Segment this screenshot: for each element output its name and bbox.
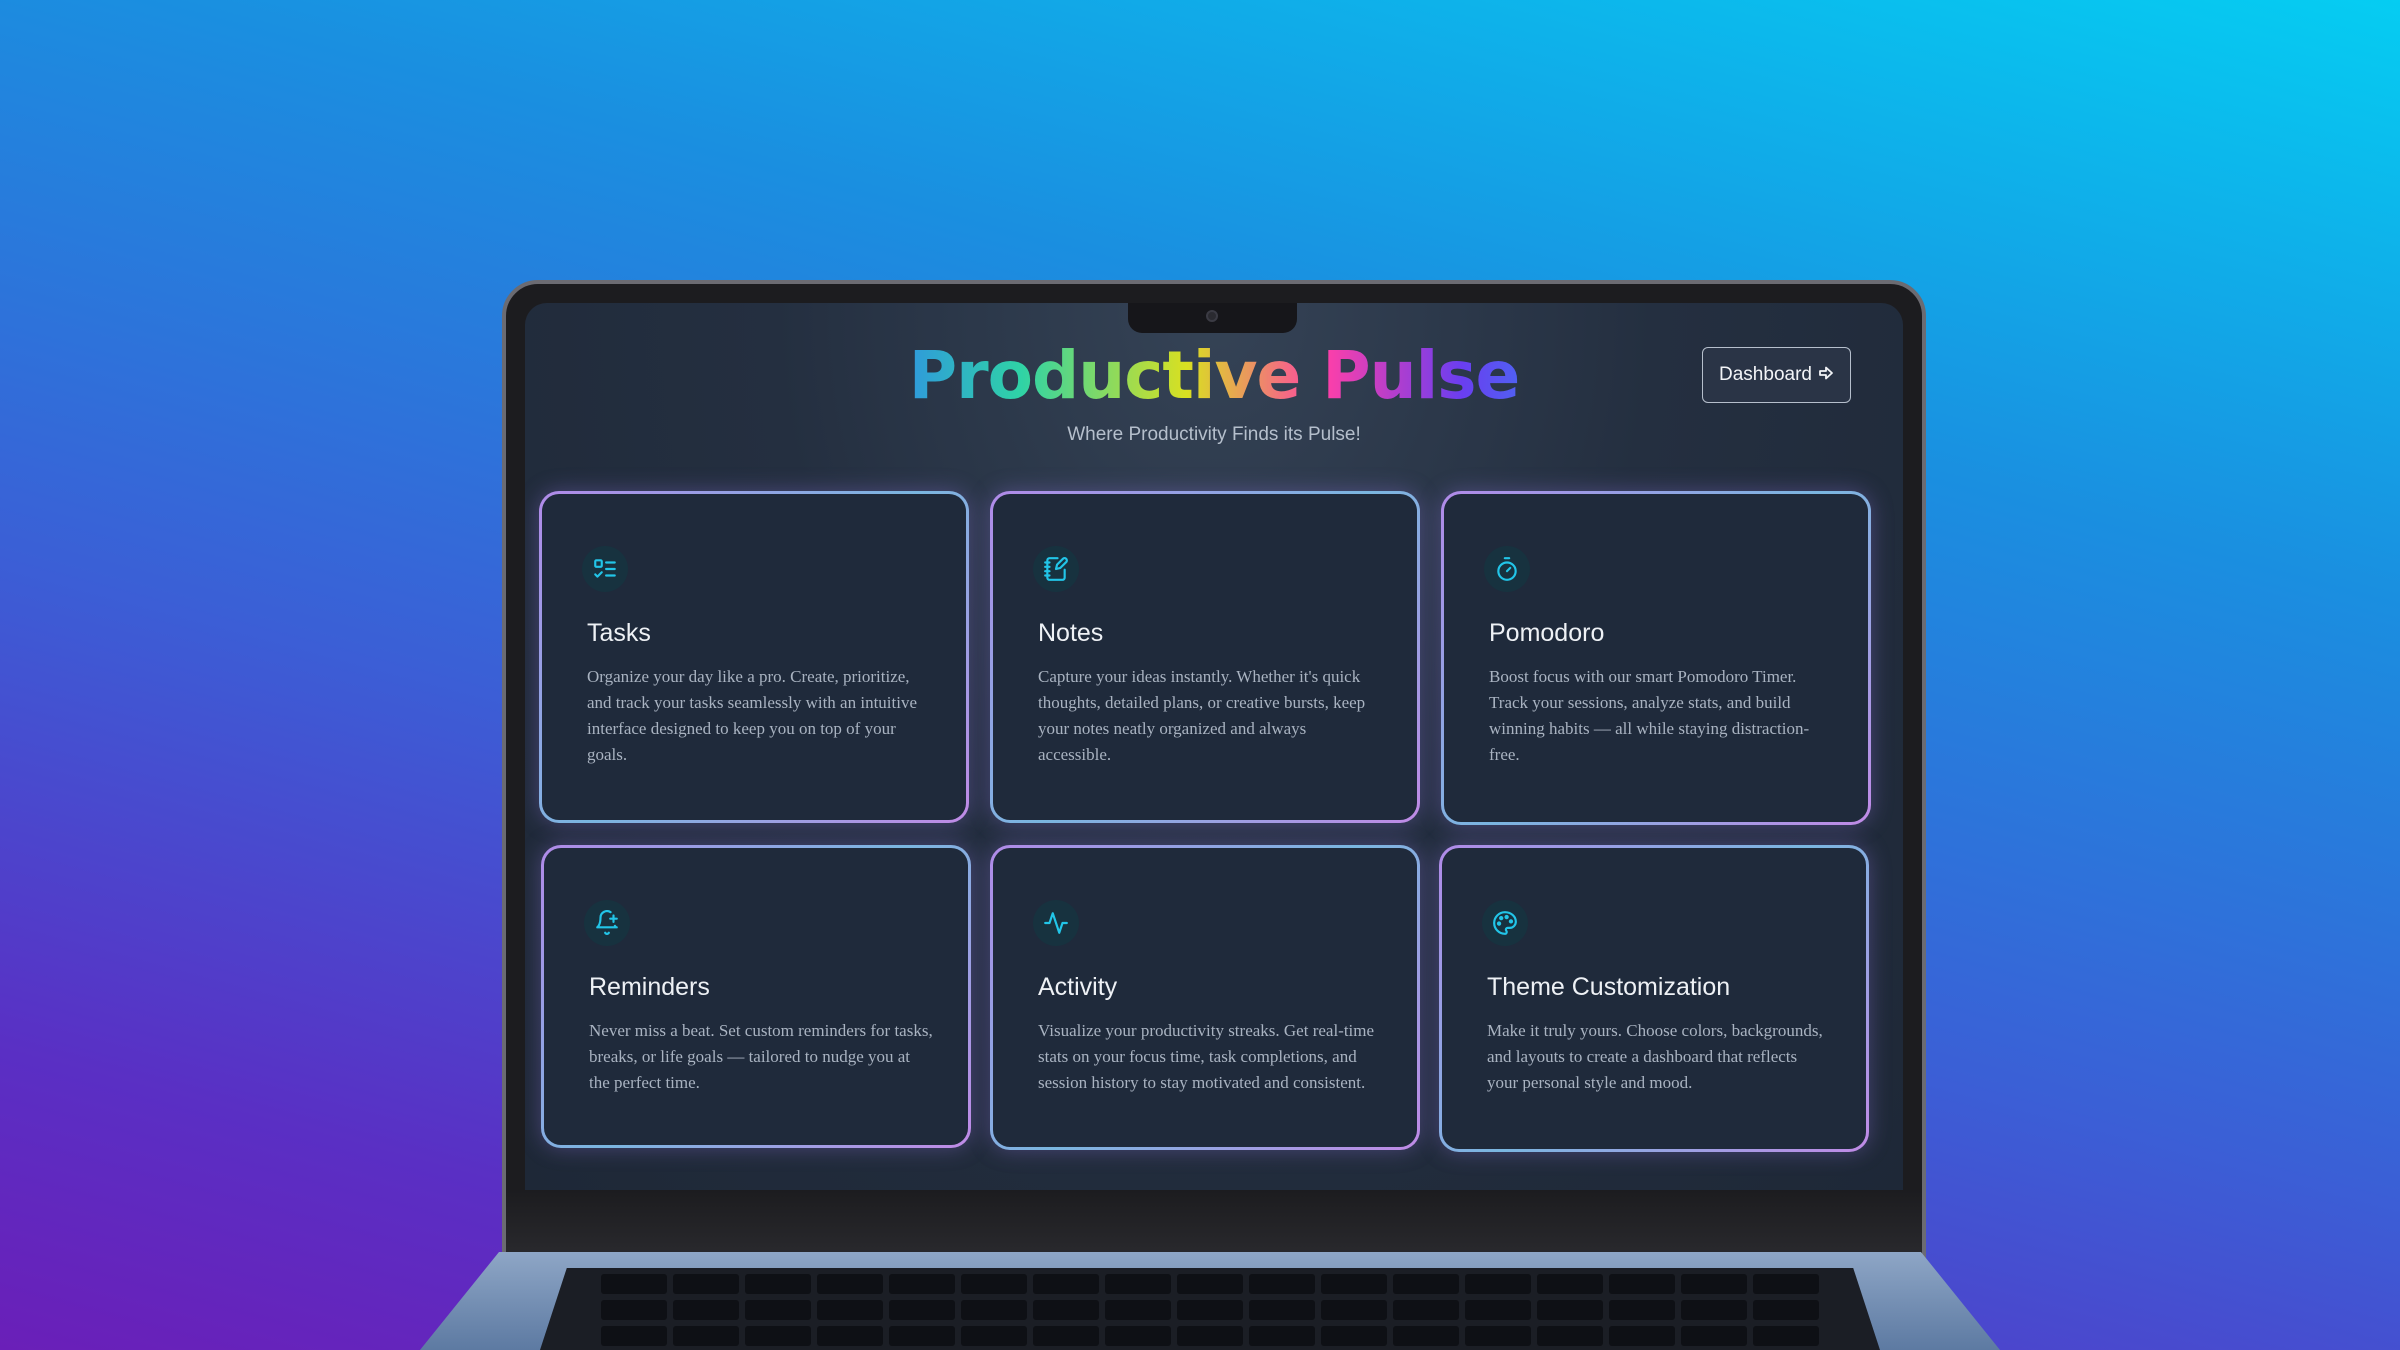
feature-card-notes[interactable]: Notes Capture your ideas instantly. Whet… bbox=[990, 491, 1420, 823]
arrow-right-icon bbox=[1818, 365, 1834, 386]
feature-card-tasks[interactable]: Tasks Organize your day like a pro. Crea… bbox=[539, 491, 969, 823]
card-title: Notes bbox=[1038, 619, 1104, 647]
card-title: Activity bbox=[1038, 973, 1118, 1001]
bell-plus-icon bbox=[584, 900, 630, 946]
card-description: Visualize your productivity streaks. Get… bbox=[1038, 1021, 1375, 1092]
card-description: Make it truly yours. Choose colors, back… bbox=[1487, 1021, 1823, 1092]
palette-icon bbox=[1482, 900, 1528, 946]
dashboard-button[interactable]: Dashboard bbox=[1702, 347, 1851, 403]
card-title: Pomodoro bbox=[1489, 619, 1605, 647]
app-subtitle: Where Productivity Finds its Pulse! bbox=[1067, 424, 1361, 445]
card-description: Boost focus with our smart Pomodoro Time… bbox=[1489, 667, 1810, 764]
feature-card-pomodoro[interactable]: Pomodoro Boost focus with our smart Pomo… bbox=[1441, 491, 1871, 825]
notebook-pen-icon bbox=[1033, 546, 1079, 592]
card-title: Reminders bbox=[589, 973, 710, 1001]
timer-icon bbox=[1484, 546, 1530, 592]
feature-card-activity[interactable]: Activity Visualize your productivity str… bbox=[990, 845, 1420, 1150]
card-description: Organize your day like a pro. Create, pr… bbox=[587, 667, 918, 764]
card-title: Tasks bbox=[587, 619, 651, 647]
activity-pulse-icon bbox=[1033, 900, 1079, 946]
feature-card-theme-customization[interactable]: Theme Customization Make it truly yours.… bbox=[1439, 845, 1869, 1152]
laptop-screen: Productive Pulse Where Productivity Find… bbox=[525, 303, 1903, 1190]
card-description: Capture your ideas instantly. Whether it… bbox=[1038, 667, 1366, 764]
laptop-bezel bbox=[506, 1190, 1922, 1260]
card-description: Never miss a beat. Set custom reminders … bbox=[589, 1021, 933, 1092]
camera-notch bbox=[1128, 303, 1297, 333]
checklist-icon bbox=[582, 546, 628, 592]
app-title: Productive Pulse bbox=[525, 337, 1903, 414]
laptop-keyboard bbox=[540, 1268, 1880, 1350]
feature-card-reminders[interactable]: Reminders Never miss a beat. Set custom … bbox=[541, 845, 971, 1148]
camera-icon bbox=[1206, 310, 1218, 322]
dashboard-button-label: Dashboard bbox=[1719, 364, 1812, 385]
card-title: Theme Customization bbox=[1487, 973, 1731, 1001]
